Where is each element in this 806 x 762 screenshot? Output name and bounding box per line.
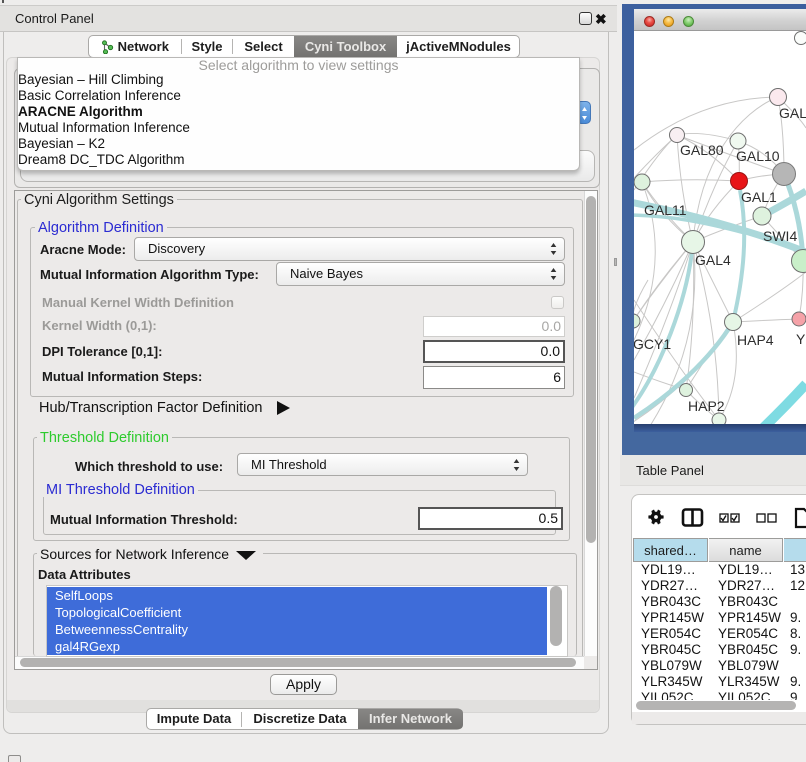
svg-text:GAL11: GAL11 (644, 202, 687, 218)
svg-text:GAL10: GAL10 (736, 148, 780, 164)
svg-text:GAL2: GAL2 (779, 105, 806, 121)
svg-text:GAL80: GAL80 (680, 142, 724, 158)
svg-text:GCY1: GCY1 (634, 336, 671, 352)
svg-text:SWI4: SWI4 (763, 228, 797, 244)
svg-text:GAL1: GAL1 (741, 189, 777, 205)
svg-text:HAP4: HAP4 (737, 332, 774, 348)
svg-text:HAP2: HAP2 (688, 398, 725, 414)
svg-text:GAL4: GAL4 (695, 252, 731, 268)
svg-text:Y: Y (796, 331, 806, 347)
